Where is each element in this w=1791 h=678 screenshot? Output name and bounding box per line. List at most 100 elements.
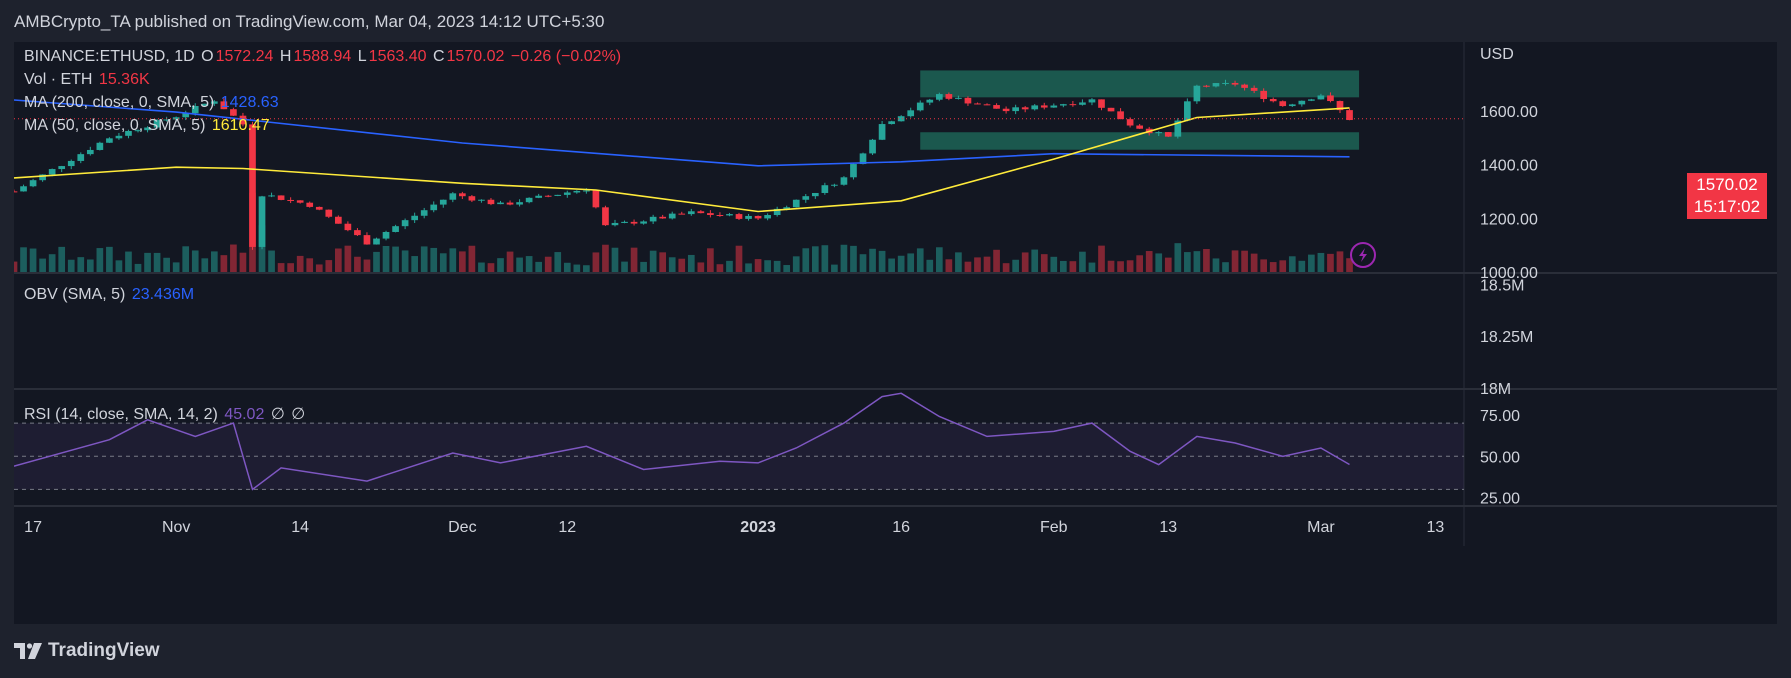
price-axis-tick: 1600.00	[1480, 104, 1538, 121]
candle-body	[67, 160, 75, 167]
resistance-zone	[920, 70, 1360, 98]
volume-bar	[506, 251, 514, 272]
candle-body	[373, 238, 380, 245]
volume-bar	[563, 262, 571, 272]
volume-bar	[945, 259, 953, 272]
volume-bar	[363, 259, 371, 272]
volume-bar	[344, 245, 352, 272]
candle-body	[850, 164, 857, 178]
symbol-label[interactable]: BINANCE:ETHUSD, 1D	[24, 48, 195, 65]
volume-bar	[687, 254, 695, 272]
candle-body	[401, 220, 409, 227]
candle-body	[106, 138, 113, 143]
volume-bar	[144, 252, 151, 272]
volume-bars	[14, 192, 1353, 272]
candle-body	[29, 180, 37, 187]
low-value: 1563.40	[368, 48, 427, 65]
volume-bar	[773, 260, 781, 272]
volume-bar	[592, 252, 600, 272]
candle-body	[382, 231, 390, 239]
candle-body	[1088, 99, 1096, 103]
candle-body	[14, 191, 18, 193]
candle-body	[459, 193, 466, 197]
open-label: O	[201, 48, 214, 65]
volume-bar	[869, 248, 876, 272]
rsi-legend[interactable]: RSI (14, close, SMA, 14, 2) 45.02 ∅ ∅	[24, 404, 307, 424]
ma200-legend[interactable]: MA (200, close, 0, SMA, 5) 1428.63	[24, 94, 281, 112]
volume-bar	[621, 261, 628, 272]
volume-bar	[96, 248, 104, 272]
volume-bar	[153, 252, 161, 272]
volume-bar	[764, 260, 771, 272]
volume-bar	[439, 253, 447, 272]
close-label: C	[432, 48, 445, 65]
volume-bar	[1021, 252, 1029, 272]
candle-body	[335, 216, 342, 224]
volume-bar	[191, 250, 199, 272]
candle-body	[811, 192, 819, 197]
candle-countdown: 15:17:02	[1693, 197, 1761, 216]
volume-bar	[58, 246, 66, 272]
candle-body	[77, 154, 85, 161]
candle-body	[611, 222, 619, 226]
current-price-value: 1570.02	[1696, 175, 1758, 194]
volume-bar	[1145, 251, 1153, 272]
volume-bar	[926, 259, 934, 272]
volume-bar	[630, 247, 638, 272]
volume-bar	[86, 259, 94, 272]
candle-body	[430, 204, 438, 211]
candle-body	[115, 135, 123, 139]
volume-bar	[525, 256, 533, 272]
candle-body	[439, 199, 447, 205]
ma50-label: MA (50, close, 0, SMA, 5)	[24, 117, 206, 134]
volume-bar	[735, 245, 743, 272]
candle-body	[563, 192, 571, 195]
volume-bar	[39, 258, 46, 272]
obv-legend[interactable]: OBV (SMA, 5) 23.436M	[24, 286, 196, 304]
candle-body	[1136, 125, 1143, 129]
candle-body	[1317, 95, 1325, 100]
candle-body	[640, 221, 647, 224]
candle-body	[602, 207, 609, 226]
volume-bar	[420, 246, 428, 272]
volume-bar	[974, 257, 981, 272]
volume-bar	[1260, 259, 1268, 272]
volume-value: 15.36K	[98, 71, 150, 88]
candle-body	[869, 139, 876, 154]
candle-body	[1298, 100, 1306, 105]
volume-bar	[1040, 254, 1048, 272]
candle-body	[935, 94, 943, 100]
tradingview-logo[interactable]: TradingView	[14, 640, 160, 662]
volume-bar	[878, 250, 886, 272]
volume-bar	[726, 260, 733, 272]
candle-body	[1021, 107, 1029, 110]
candle-body	[983, 104, 991, 106]
volume-bar	[411, 256, 418, 272]
volume-bar	[554, 252, 562, 272]
volume-bar	[29, 248, 37, 272]
volume-bar	[1164, 257, 1172, 272]
candle-body	[354, 230, 361, 236]
volume-bar	[1336, 251, 1344, 272]
volume-bar	[611, 247, 619, 272]
candle-body	[697, 211, 705, 214]
chart-canvas[interactable]: USD1600.001400.001200.001000.0018.5M18.2…	[14, 42, 1777, 624]
volume-bar	[1050, 256, 1058, 272]
volume-legend[interactable]: Vol · ETH 15.36K	[24, 71, 152, 89]
candle-body	[754, 215, 762, 219]
rsi-value: 45.02	[224, 406, 265, 423]
candle-body	[449, 193, 457, 200]
volume-bar	[1079, 251, 1086, 272]
volume-bar	[1088, 262, 1096, 272]
volume-bar	[497, 258, 504, 272]
volume-bar	[210, 251, 218, 272]
ma50-legend[interactable]: MA (50, close, 0, SMA, 5) 1610.47	[24, 117, 272, 135]
chart-area[interactable]: USD 1600.00 1400.00 1200.00 1000.00 18.5M 18.2…	[14, 42, 1777, 624]
candle-body	[821, 185, 829, 193]
candle-body	[325, 209, 333, 217]
volume-bar	[239, 252, 247, 272]
rsi-axis-tick: 25.00	[1480, 491, 1520, 508]
volume-bar	[516, 257, 523, 272]
volume-bar	[888, 258, 895, 272]
volume-bar	[955, 252, 962, 272]
